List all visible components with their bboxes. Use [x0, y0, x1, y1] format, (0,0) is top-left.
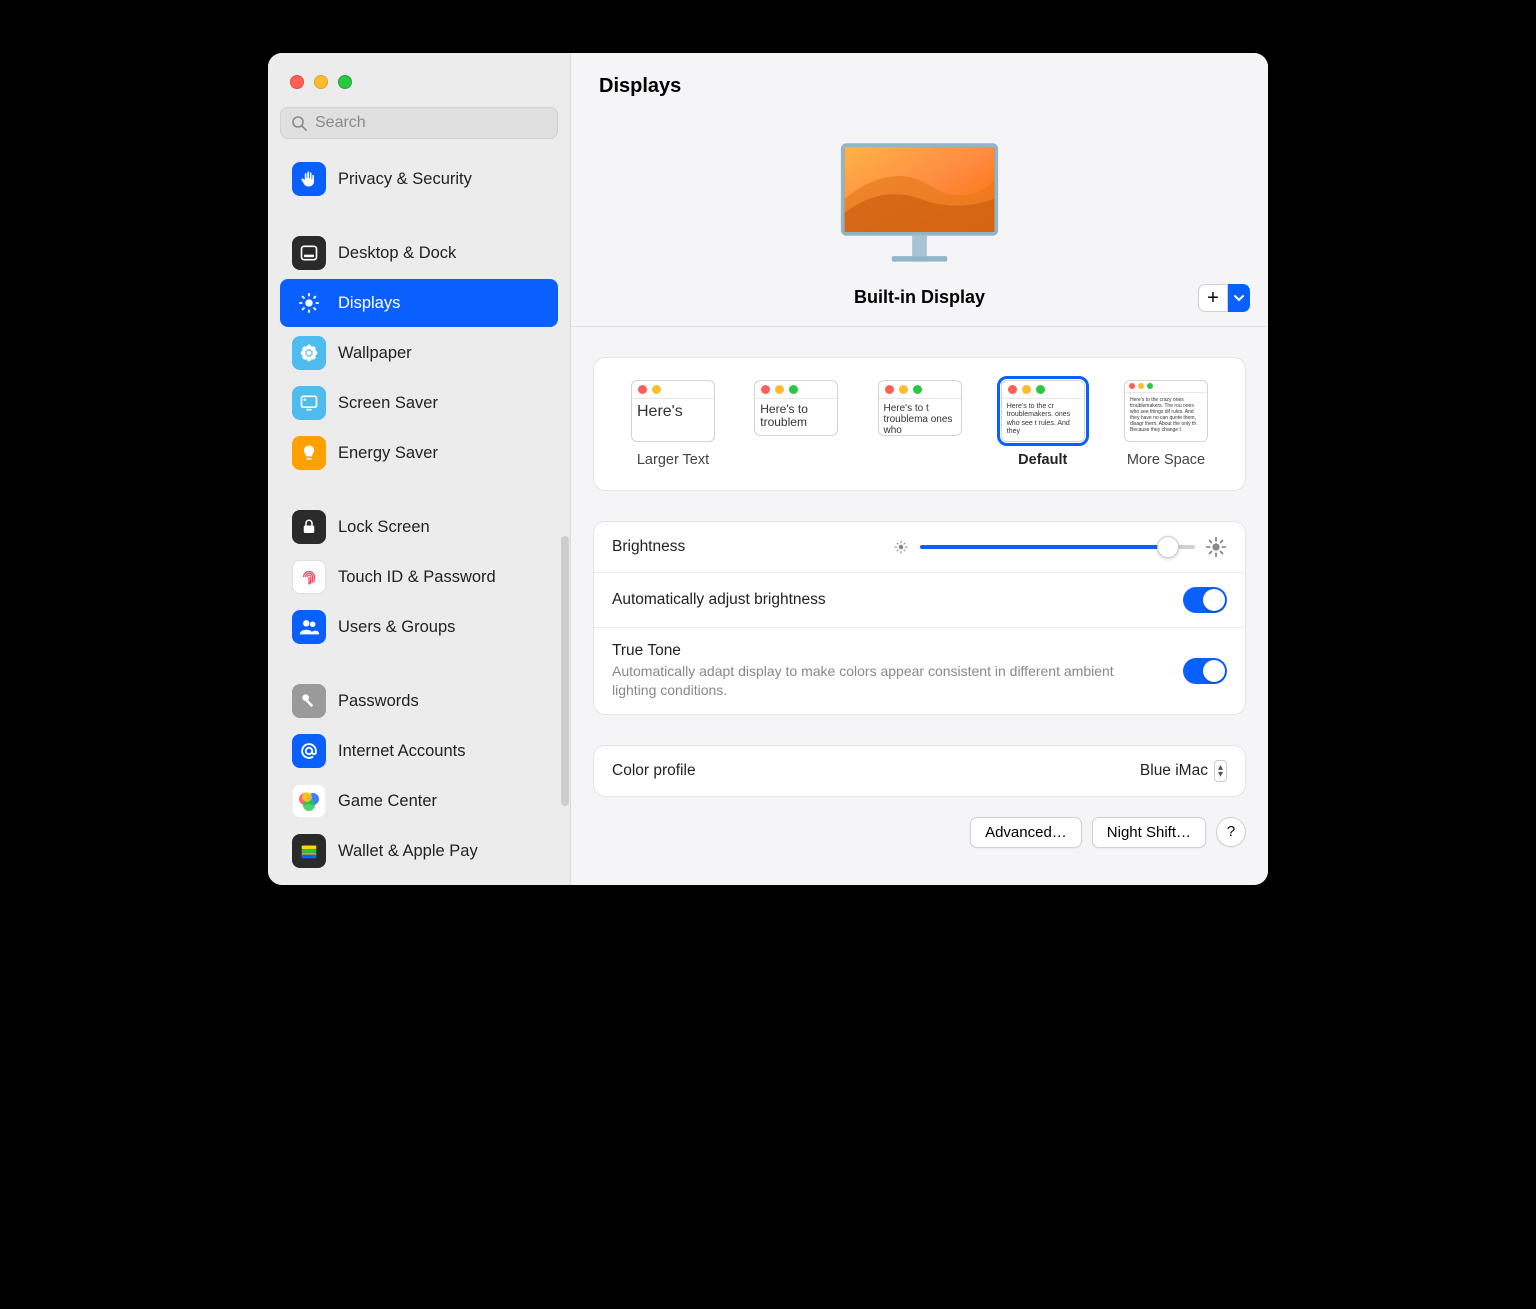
brightness-icon: [292, 286, 326, 320]
system-settings-window: Search Privacy & Security Desktop & Dock: [268, 53, 1268, 885]
sidebar-item-label: Energy Saver: [338, 444, 438, 463]
display-hero: Built-in Display +: [571, 98, 1268, 327]
sidebar: Search Privacy & Security Desktop & Dock: [268, 53, 571, 885]
sidebar-item-label: Displays: [338, 294, 400, 313]
display-illustration: [827, 134, 1012, 273]
sidebar-item-label: Desktop & Dock: [338, 244, 456, 263]
true-tone-toggle[interactable]: [1183, 658, 1227, 684]
search-icon: [291, 115, 307, 131]
resolution-option-default[interactable]: Here's to the cr troublemakers. ones who…: [988, 380, 1098, 468]
sidebar-item-label: Wallet & Apple Pay: [338, 842, 478, 861]
sidebar-item-wallpaper[interactable]: Wallpaper: [280, 329, 558, 377]
sidebar-item-displays[interactable]: Displays: [280, 279, 558, 327]
users-icon: [292, 610, 326, 644]
sidebar-scrollbar[interactable]: [561, 536, 569, 806]
resolution-label: Larger Text: [637, 452, 709, 468]
search-placeholder: Search: [315, 114, 366, 132]
main-content: Displays Built-in Display +: [571, 53, 1268, 885]
brightness-high-icon: [1205, 536, 1227, 558]
lock-icon: [292, 510, 326, 544]
sidebar-item-energy-saver[interactable]: Energy Saver: [280, 429, 558, 477]
window-controls: [268, 53, 570, 89]
sidebar-item-wallet-apple-pay[interactable]: Wallet & Apple Pay: [280, 827, 558, 875]
flower-icon: [292, 336, 326, 370]
help-button[interactable]: ?: [1216, 817, 1246, 847]
display-settings-card: Brightness Automatically adjust brightne…: [593, 521, 1246, 715]
wallet-icon: [292, 834, 326, 868]
auto-brightness-label: Automatically adjust brightness: [612, 591, 1169, 609]
sidebar-item-screen-saver[interactable]: Screen Saver: [280, 379, 558, 427]
bulb-icon: [292, 436, 326, 470]
sidebar-item-label: Users & Groups: [338, 618, 455, 637]
sidebar-item-label: Game Center: [338, 792, 437, 811]
color-profile-row: Color profile Blue iMac ▴▾: [594, 746, 1245, 796]
color-profile-select[interactable]: Blue iMac ▴▾: [1140, 760, 1227, 782]
color-profile-value: Blue iMac: [1140, 762, 1208, 780]
true-tone-row: True Tone Automatically adapt display to…: [594, 628, 1245, 714]
key-icon: [292, 684, 326, 718]
sidebar-item-internet-accounts[interactable]: Internet Accounts: [280, 727, 558, 775]
dock-icon: [292, 236, 326, 270]
auto-brightness-row: Automatically adjust brightness: [594, 573, 1245, 628]
add-display-menu[interactable]: [1228, 284, 1250, 312]
resolution-label: More Space: [1127, 452, 1205, 468]
true-tone-label: True Tone: [612, 642, 1169, 660]
chevron-down-icon: [1234, 293, 1244, 303]
sidebar-item-privacy-security[interactable]: Privacy & Security: [280, 155, 558, 203]
resolution-option-larger-text[interactable]: Here's Larger Text: [618, 380, 728, 468]
hand-icon: [292, 162, 326, 196]
resolution-label: Default: [1018, 452, 1067, 468]
color-profile-card: Color profile Blue iMac ▴▾: [593, 745, 1246, 797]
resolution-option-3[interactable]: Here's to t troublema ones who: [865, 380, 975, 468]
sidebar-item-label: Screen Saver: [338, 394, 438, 413]
brightness-row: Brightness: [594, 522, 1245, 573]
sidebar-item-users-groups[interactable]: Users & Groups: [280, 603, 558, 651]
true-tone-description: Automatically adapt display to make colo…: [612, 662, 1132, 700]
select-stepper-icon: ▴▾: [1214, 760, 1227, 782]
screen-saver-icon: [292, 386, 326, 420]
brightness-low-icon: [892, 538, 910, 556]
close-button[interactable]: [290, 75, 304, 89]
sidebar-item-desktop-dock[interactable]: Desktop & Dock: [280, 229, 558, 277]
add-display-button[interactable]: +: [1198, 284, 1228, 312]
fullscreen-button[interactable]: [338, 75, 352, 89]
brightness-slider[interactable]: [920, 536, 1195, 558]
page-title: Displays: [599, 75, 1240, 98]
auto-brightness-toggle[interactable]: [1183, 587, 1227, 613]
night-shift-button[interactable]: Night Shift…: [1092, 817, 1206, 848]
sidebar-item-label: Passwords: [338, 692, 419, 711]
color-profile-label: Color profile: [612, 762, 1126, 780]
resolution-option-more-space[interactable]: Here's to the crazy ones troublemakers. …: [1111, 380, 1221, 468]
sidebar-item-label: Lock Screen: [338, 518, 430, 537]
sidebar-item-label: Internet Accounts: [338, 742, 466, 761]
search-input[interactable]: Search: [280, 107, 558, 139]
advanced-button[interactable]: Advanced…: [970, 817, 1082, 848]
display-name-label: Built-in Display: [854, 287, 985, 308]
sidebar-item-label: Privacy & Security: [338, 170, 472, 189]
sidebar-item-passwords[interactable]: Passwords: [280, 677, 558, 725]
sidebar-item-label: Touch ID & Password: [338, 568, 496, 587]
game-center-icon: [292, 784, 326, 818]
sidebar-item-label: Wallpaper: [338, 344, 412, 363]
resolution-option-2[interactable]: Here's to troublem: [741, 380, 851, 468]
resolution-card: Here's Larger Text Here's to troublem He…: [593, 357, 1246, 491]
at-icon: [292, 734, 326, 768]
brightness-label: Brightness: [612, 538, 878, 556]
fingerprint-icon: [292, 560, 326, 594]
minimize-button[interactable]: [314, 75, 328, 89]
sidebar-scroll[interactable]: Privacy & Security Desktop & Dock Displa…: [268, 149, 570, 885]
sidebar-item-game-center[interactable]: Game Center: [280, 777, 558, 825]
sidebar-item-lock-screen[interactable]: Lock Screen: [280, 503, 558, 551]
sidebar-item-touch-id[interactable]: Touch ID & Password: [280, 553, 558, 601]
